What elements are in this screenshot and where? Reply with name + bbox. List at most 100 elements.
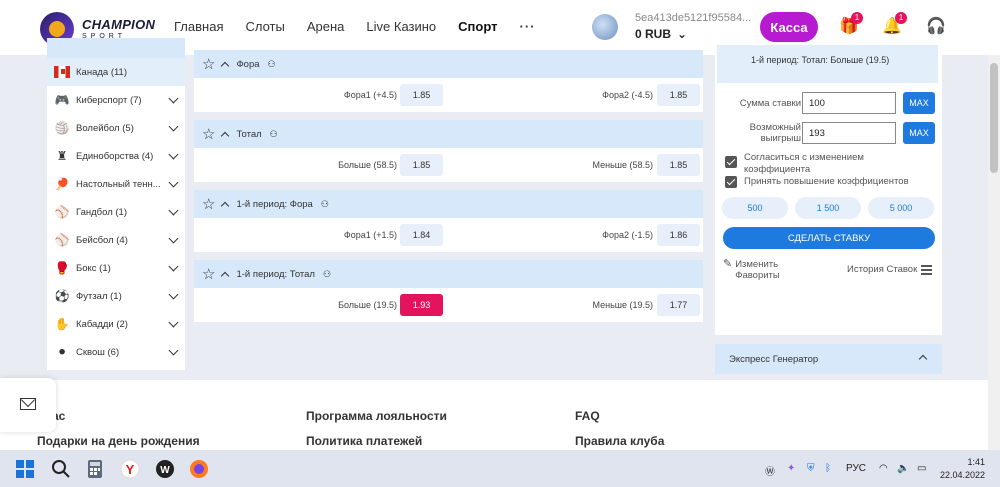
quick-stake-5000[interactable]: 5 000 (868, 197, 934, 219)
odd-button[interactable]: 1.86 (657, 224, 700, 246)
odd-button[interactable]: 1.85 (400, 154, 443, 176)
accept-increase-checkbox[interactable] (725, 176, 737, 188)
odd-button[interactable]: 1.84 (400, 224, 443, 246)
outcome-label: Меньше (19.5) (592, 300, 654, 310)
list-icon (921, 264, 933, 275)
sidebar-item-futsal[interactable]: ⚽ Футзал (1) (47, 282, 185, 310)
market-outcomes: Больше (58.5) 1.85 Меньше (58.5) 1.85 (194, 148, 703, 182)
battery-icon[interactable]: ▭ (917, 463, 926, 474)
chevron-down-icon[interactable] (168, 205, 179, 216)
chevron-down-icon[interactable] (168, 177, 179, 188)
footer-link-faq[interactable]: FAQ (575, 409, 600, 423)
footer-link-birthday-gifts[interactable]: Подарки на день рождения (37, 434, 200, 448)
possible-win-label: Возможный выигрыш (749, 122, 801, 144)
quick-stake-1500[interactable]: 1 500 (795, 197, 861, 219)
wifi-icon[interactable]: ◠ (879, 463, 888, 474)
nav-slots[interactable]: Слоты (245, 19, 284, 34)
nav-more-icon[interactable]: ··· (519, 19, 535, 34)
chevron-down-icon[interactable] (168, 121, 179, 132)
sidebar-item-boxing[interactable]: 🥊 Бокс (1) (47, 254, 185, 282)
sidebar-item-label: Футзал (1) (76, 290, 122, 302)
avatar[interactable] (592, 14, 618, 40)
stake-input[interactable] (802, 92, 896, 114)
mail-button[interactable] (0, 378, 56, 432)
market-header[interactable]: ☆ Тотал ⚇ (194, 120, 703, 148)
market-outcomes: Больше (19.5) 1.93 Меньше (19.5) 1.77 (194, 288, 703, 322)
possible-win-input[interactable] (802, 122, 896, 144)
bell-badge: 1 (895, 12, 907, 24)
page-scrollbar[interactable] (988, 55, 1000, 450)
chevron-up-icon (918, 354, 928, 364)
chevron-up-icon[interactable] (221, 271, 230, 280)
star-icon[interactable]: ☆ (202, 195, 215, 213)
express-generator-toggle[interactable]: Экспресс Генератор (715, 344, 942, 374)
odd-button[interactable]: 1.85 (400, 84, 443, 106)
market-header[interactable]: ☆ 1-й период: Тотал ⚇ (194, 260, 703, 288)
chevron-down-icon[interactable] (168, 233, 179, 244)
chevron-down-icon[interactable] (168, 149, 179, 160)
speaker-icon[interactable]: 🔈 (897, 463, 909, 474)
odd-button[interactable]: 1.77 (657, 294, 700, 316)
odd-button[interactable]: 1.85 (657, 154, 700, 176)
sidebar-item-squash[interactable]: ⚫ Сквош (6) (47, 338, 185, 366)
odd-button[interactable]: 1.85 (657, 84, 700, 106)
calculator-icon[interactable] (85, 459, 105, 479)
footer-link-loyalty[interactable]: Программа лояльности (306, 409, 447, 423)
yandex-browser-icon[interactable]: Y (120, 459, 140, 479)
star-icon[interactable]: ☆ (202, 55, 215, 73)
market-header[interactable]: ☆ 1-й период: Фора ⚇ (194, 190, 703, 218)
wargaming-tray-icon[interactable]: Ⓦ (765, 463, 775, 478)
balance-dropdown[interactable]: 0 RUB ⌄ (635, 27, 687, 41)
win-max-button[interactable]: MAX (903, 122, 935, 144)
bet-history-label: История Ставок (847, 264, 918, 275)
sidebar-item-esports[interactable]: 🎮 Киберспорт (7) (47, 86, 185, 114)
sidebar-item-label: Бейсбол (4) (76, 234, 128, 246)
market-header[interactable]: ☆ Фора ⚇ (194, 50, 703, 78)
accept-changes-checkbox[interactable] (725, 156, 737, 168)
bet-history-button[interactable]: История Ставок (847, 264, 933, 275)
firefox-icon[interactable] (189, 459, 209, 479)
sidebar-item-label: Бокс (1) (76, 262, 111, 274)
odd-button-selected[interactable]: 1.93 (400, 294, 443, 316)
nav-sport[interactable]: Спорт (458, 19, 497, 34)
chevron-up-icon[interactable] (221, 61, 230, 70)
nav-arena[interactable]: Арена (307, 19, 345, 34)
kassa-button[interactable]: Касса (760, 12, 818, 42)
footer-link-payment-policy[interactable]: Политика платежей (306, 434, 422, 448)
headset-icon[interactable]: 🎧 (926, 18, 946, 36)
feather-tray-icon[interactable]: ✦ (787, 463, 795, 474)
sports-sidebar: Канада (11) 🎮 Киберспорт (7) 🏐 Волейбол … (47, 38, 185, 370)
accept-increase-label: Принять повышение коэффициентов (744, 176, 909, 187)
place-bet-button[interactable]: СДЕЛАТЬ СТАВКУ (723, 227, 935, 249)
quick-stake-500[interactable]: 500 (722, 197, 788, 219)
chevron-up-icon[interactable] (221, 201, 230, 210)
windows-start-icon[interactable] (15, 459, 35, 479)
chevron-down-icon[interactable] (168, 93, 179, 104)
sidebar-item-handball[interactable]: ⚾ Гандбол (1) (47, 198, 185, 226)
sidebar-item-volleyball[interactable]: 🏐 Волейбол (5) (47, 114, 185, 142)
wargaming-icon[interactable]: W (155, 459, 175, 479)
search-icon[interactable] (51, 459, 71, 479)
shield-tray-icon[interactable]: ⛨ (807, 463, 815, 474)
language-indicator[interactable]: РУС (846, 463, 866, 474)
stake-max-button[interactable]: MAX (903, 92, 935, 114)
chevron-down-icon[interactable] (168, 317, 179, 328)
footer-link-club-rules[interactable]: Правила клуба (575, 434, 664, 448)
nav-live-casino[interactable]: Live Казино (366, 19, 436, 34)
star-icon[interactable]: ☆ (202, 125, 215, 143)
sidebar-item-martial-arts[interactable]: ♜ Единоборства (4) (47, 142, 185, 170)
nav-home[interactable]: Главная (174, 19, 223, 34)
bluetooth-icon[interactable]: ᛒ (825, 463, 831, 474)
sidebar-item-canada[interactable]: Канада (11) (47, 58, 185, 86)
chevron-down-icon[interactable] (168, 289, 179, 300)
sidebar-item-table-tennis[interactable]: 🏓 Настольный тенн... (47, 170, 185, 198)
system-clock[interactable]: 1:41 22.04.2022 (940, 456, 985, 482)
chevron-up-icon[interactable] (221, 131, 230, 140)
sidebar-item-baseball[interactable]: ⚾ Бейсбол (4) (47, 226, 185, 254)
sidebar-item-kabaddi[interactable]: ✋ Кабадди (2) (47, 310, 185, 338)
scrollbar-thumb[interactable] (990, 63, 998, 173)
chevron-down-icon[interactable] (168, 261, 179, 272)
chevron-down-icon[interactable] (168, 345, 179, 356)
edit-favorites-button[interactable]: ✎ Изменить Фавориты (723, 259, 795, 282)
star-icon[interactable]: ☆ (202, 265, 215, 283)
